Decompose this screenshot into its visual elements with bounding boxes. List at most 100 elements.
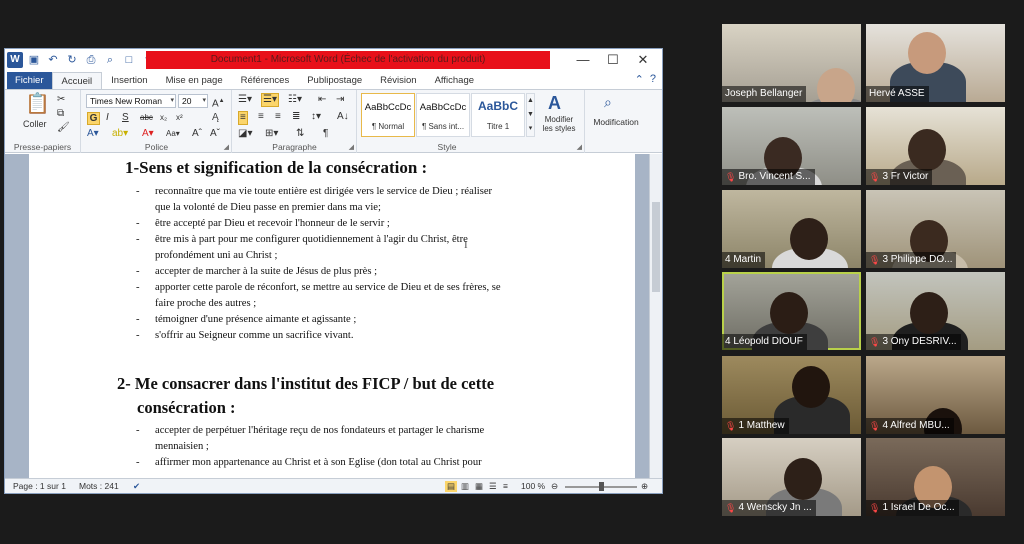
vertical-scrollbar[interactable] bbox=[649, 154, 662, 478]
outline-icon[interactable]: ☰ bbox=[489, 481, 497, 492]
change-styles-label[interactable]: Modifier les styles bbox=[539, 115, 579, 133]
tab-mise-en-page[interactable]: Mise en page bbox=[157, 72, 232, 89]
highlight-icon[interactable]: ab▾ bbox=[112, 128, 128, 140]
collapse-ribbon-icon[interactable]: ⌃ bbox=[635, 73, 644, 86]
proofing-icon[interactable]: ✔ bbox=[133, 481, 140, 492]
web-layout-icon[interactable]: ▦ bbox=[475, 481, 483, 492]
superscript-icon[interactable]: x² bbox=[176, 112, 183, 124]
sort-icon[interactable]: A↓ bbox=[337, 111, 349, 123]
participant-tile[interactable]: 🎙 4 Alfred MBU... bbox=[866, 356, 1005, 434]
style-no-spacing[interactable]: AaBbCcDc ¶ Sans int... bbox=[416, 93, 470, 137]
numbering-icon[interactable]: ☰▾ bbox=[261, 93, 279, 107]
decrease-indent-icon[interactable]: ⇤ bbox=[318, 94, 326, 106]
show-marks-icon[interactable]: ¶ bbox=[323, 128, 328, 140]
page-count[interactable]: Page : 1 sur 1 bbox=[13, 481, 66, 491]
participant-tile[interactable]: 🎙 4 Wenscky Jn ... bbox=[722, 438, 861, 516]
style-heading-1[interactable]: AaBbC Titre 1 bbox=[471, 93, 525, 137]
participant-tile[interactable]: 🎙 1 Matthew bbox=[722, 356, 861, 434]
print-layout-icon[interactable]: ▤ bbox=[445, 481, 458, 492]
change-case-icon[interactable]: Aa▾ bbox=[166, 128, 180, 140]
print-preview-icon[interactable]: ⌕ bbox=[102, 52, 118, 68]
redo-icon[interactable]: ↻ bbox=[64, 52, 80, 68]
change-styles-icon[interactable]: A bbox=[548, 93, 561, 113]
word-logo-icon[interactable]: W bbox=[7, 52, 23, 68]
word-count[interactable]: Mots : 241 bbox=[79, 481, 119, 491]
participant-tile[interactable]: 🎙 3 Philippe DO... bbox=[866, 190, 1005, 268]
font-name-select[interactable]: Times New Roman ▾ bbox=[86, 94, 176, 108]
modification-label[interactable]: Modification bbox=[588, 116, 644, 128]
paste-icon[interactable]: 📋 bbox=[25, 93, 50, 115]
increase-font-icon[interactable]: Aˆ bbox=[192, 128, 202, 140]
zoom-out-icon[interactable]: ⊖ bbox=[551, 481, 558, 492]
participant-tile[interactable]: 4 Léopold DIOUF bbox=[722, 272, 861, 350]
copy-icon[interactable]: ⧉ bbox=[57, 108, 64, 120]
bold-icon[interactable]: G bbox=[87, 112, 100, 125]
decrease-font-icon[interactable]: Aˇ bbox=[210, 128, 220, 140]
print-icon[interactable]: ⎙ bbox=[83, 52, 99, 68]
zoom-level[interactable]: 100 % bbox=[521, 481, 545, 491]
participant-tile[interactable]: 🎙 Bro. Vincent S... bbox=[722, 107, 861, 185]
borders-icon[interactable]: ⊞▾ bbox=[265, 128, 278, 140]
participant-name-label: 🎙 1 Matthew bbox=[722, 418, 789, 434]
cut-icon[interactable]: ✂ bbox=[57, 94, 65, 106]
zoom-slider-thumb[interactable] bbox=[599, 482, 604, 491]
participant-tile[interactable]: 🎙 3 Fr Victor bbox=[866, 107, 1005, 185]
font-size-select[interactable]: 20 ▾ bbox=[178, 94, 208, 108]
maximize-icon[interactable]: ☐ bbox=[598, 49, 628, 71]
line-spacing-icon[interactable]: ↕▾ bbox=[311, 111, 321, 123]
justify-icon[interactable]: ≣ bbox=[292, 111, 300, 123]
minimize-icon[interactable]: — bbox=[568, 49, 598, 71]
draft-icon[interactable]: ≡ bbox=[503, 481, 508, 491]
grow-font-icon[interactable]: A▲ bbox=[212, 95, 225, 110]
strikethrough-icon[interactable]: abc bbox=[140, 112, 153, 124]
italic-icon[interactable]: I bbox=[106, 112, 109, 124]
font-size-dropdown-icon: ▾ bbox=[202, 97, 206, 104]
full-screen-reading-icon[interactable]: ▥ bbox=[461, 481, 469, 492]
tab-publipostage[interactable]: Publipostage bbox=[298, 72, 371, 89]
underline-icon[interactable]: S bbox=[122, 112, 129, 124]
paragraph-dialog-launcher-icon[interactable]: ◢ bbox=[349, 143, 354, 151]
participant-video-head bbox=[790, 218, 828, 260]
multilevel-list-icon[interactable]: ☷▾ bbox=[288, 94, 302, 106]
style-normal[interactable]: AaBbCcDc ¶ Normal bbox=[361, 93, 415, 137]
meeting-screen: W ▣ ↶ ↻ ⎙ ⌕ □ ▾ Document1 - Microsoft Wo… bbox=[0, 0, 1024, 544]
tab-insertion[interactable]: Insertion bbox=[102, 72, 156, 89]
save-icon[interactable]: ▣ bbox=[26, 52, 42, 68]
style-dialog-launcher-icon[interactable]: ◢ bbox=[577, 143, 582, 151]
binoculars-icon[interactable]: ⌕ bbox=[604, 94, 612, 110]
clear-format-icon[interactable]: Ą bbox=[212, 112, 219, 124]
shading-icon[interactable]: ◪▾ bbox=[238, 128, 252, 140]
sort-order-icon[interactable]: ⇅ bbox=[296, 128, 304, 140]
participant-tile[interactable]: Hervé ASSE bbox=[866, 24, 1005, 102]
align-center-icon[interactable]: ≡ bbox=[258, 111, 264, 123]
align-left-icon[interactable]: ≡ bbox=[238, 111, 248, 125]
align-right-icon[interactable]: ≡ bbox=[275, 111, 281, 123]
tab-affichage[interactable]: Affichage bbox=[426, 72, 483, 89]
text-effects-icon[interactable]: A▾ bbox=[87, 128, 99, 140]
participant-tile[interactable]: 🎙 1 Israel De Oc... bbox=[866, 438, 1005, 516]
document-page[interactable]: 1-Sens et signification de la consécrati… bbox=[29, 154, 635, 478]
tab-revision[interactable]: Révision bbox=[371, 72, 425, 89]
font-dialog-launcher-icon[interactable]: ◢ bbox=[224, 143, 229, 151]
increase-indent-icon[interactable]: ⇥ bbox=[336, 94, 344, 106]
undo-icon[interactable]: ↶ bbox=[45, 52, 61, 68]
style-scroll-icon[interactable]: ▲ ▼ ▾ bbox=[526, 93, 535, 137]
tab-references[interactable]: Références bbox=[232, 72, 299, 89]
participant-tile[interactable]: Joseph Bellanger bbox=[722, 24, 861, 102]
paste-button-label[interactable]: Coller bbox=[23, 118, 47, 130]
scrollbar-thumb[interactable] bbox=[652, 202, 660, 292]
format-painter-icon[interactable]: 🖌 bbox=[57, 122, 70, 134]
font-color-icon[interactable]: A▾ bbox=[142, 128, 154, 140]
subscript-icon[interactable]: x₂ bbox=[160, 112, 167, 124]
tab-fichier[interactable]: Fichier bbox=[7, 72, 52, 89]
tab-accueil[interactable]: Accueil bbox=[51, 72, 103, 89]
close-icon[interactable]: ✕ bbox=[628, 49, 658, 71]
zoom-in-icon[interactable]: ⊕ bbox=[641, 481, 648, 492]
help-icon[interactable]: ? bbox=[650, 73, 656, 86]
group-label-style: Style bbox=[437, 142, 457, 152]
bullets-icon[interactable]: ☰▾ bbox=[238, 94, 252, 106]
participant-tile[interactable]: 🎙 3 Ony DESRIV... bbox=[866, 272, 1005, 350]
new-document-icon[interactable]: □ bbox=[121, 52, 137, 68]
list-item: être accepté par Dieu et recevoir l'honn… bbox=[155, 218, 390, 229]
participant-tile[interactable]: 4 Martin bbox=[722, 190, 861, 268]
